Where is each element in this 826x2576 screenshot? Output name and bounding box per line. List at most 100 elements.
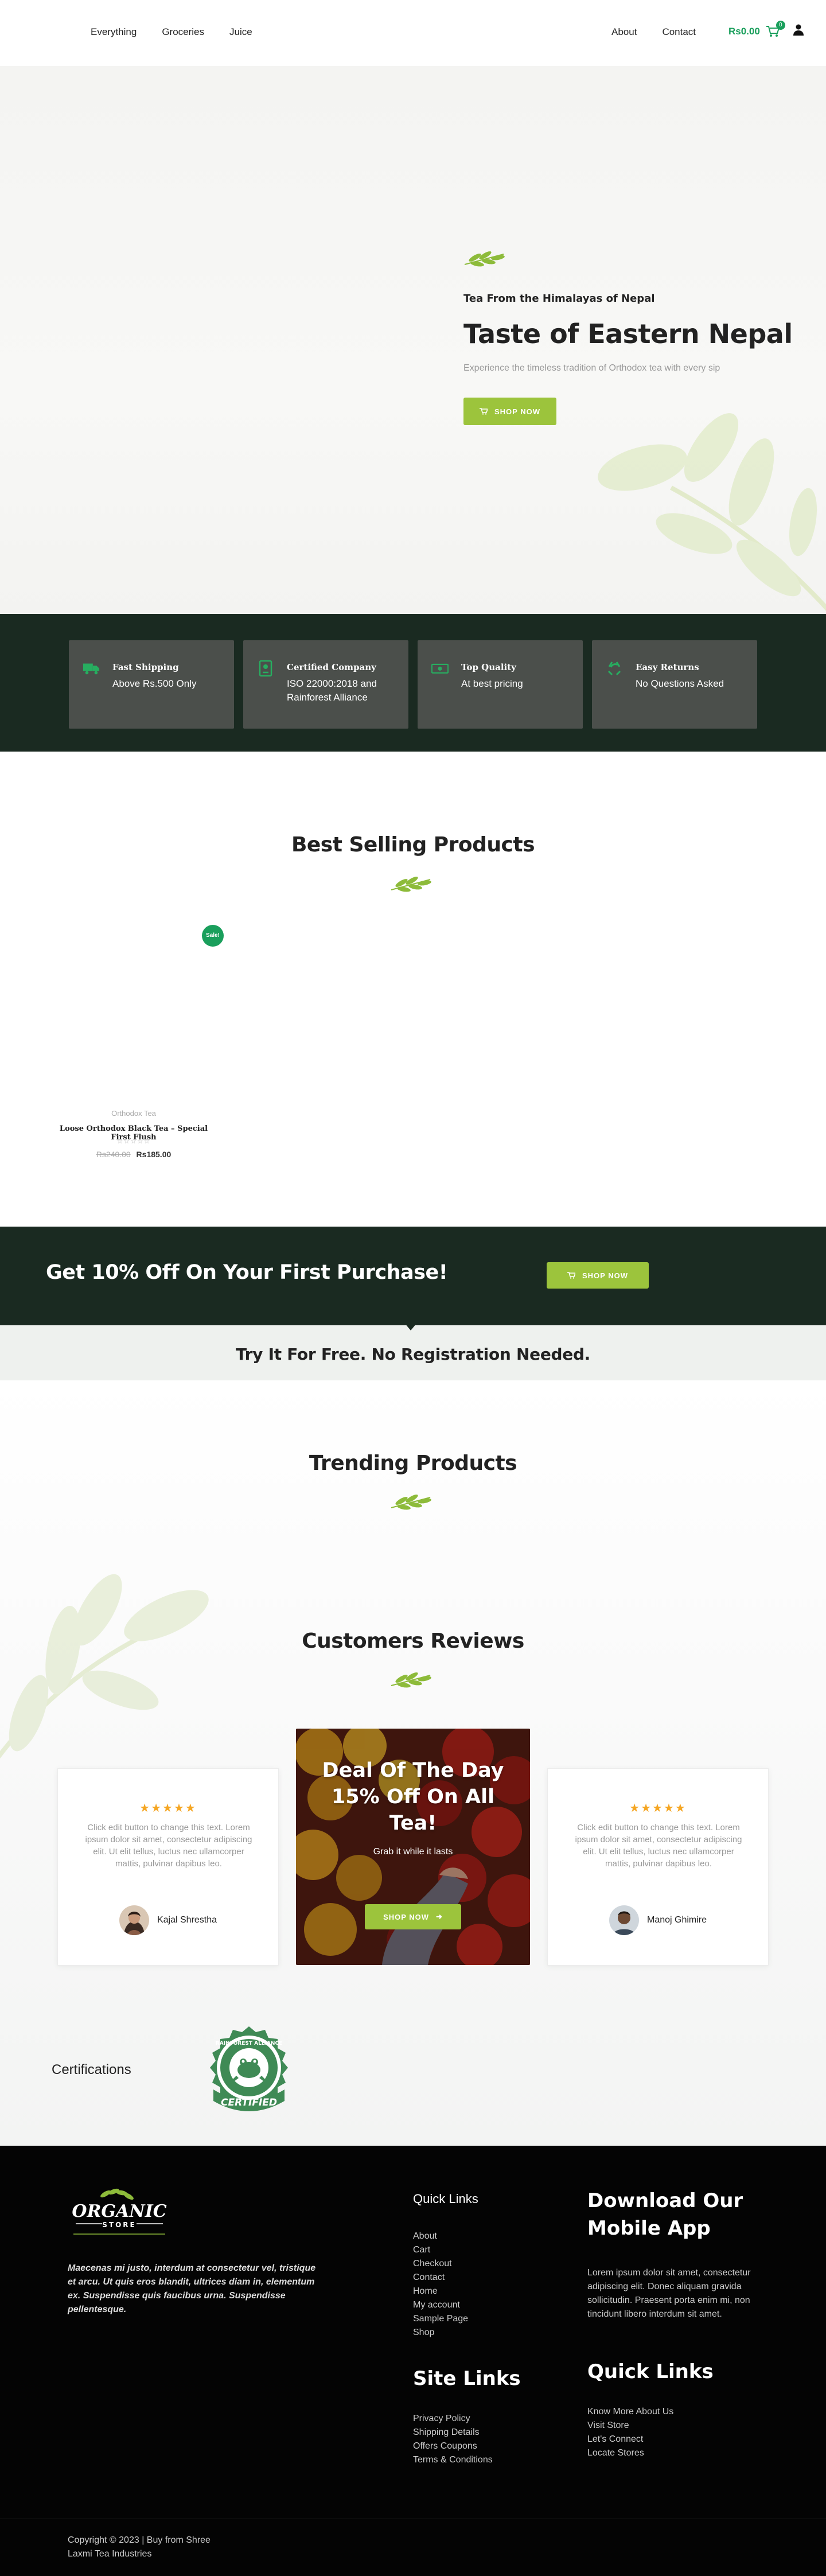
feature-text: ISO 22000:2018 and Rainforest Alliance xyxy=(287,678,377,703)
avatar xyxy=(609,1905,639,1935)
main-nav: Everything Groceries Juice xyxy=(91,26,252,38)
cart-icon xyxy=(567,1272,575,1279)
deal-title-line: Tea! xyxy=(389,1812,437,1835)
secondary-nav: About Contact xyxy=(611,26,696,38)
nav-everything[interactable]: Everything xyxy=(91,26,137,38)
review-author: Manoj Ghimire xyxy=(548,1905,768,1935)
deal-button-label: SHOP NOW xyxy=(383,1912,430,1921)
truck-icon xyxy=(83,663,100,675)
footer-link-shop[interactable]: Shop xyxy=(413,2326,468,2340)
promo-title: Get 10% Off On Your First Purchase! xyxy=(46,1261,448,1284)
deal-title-line: Deal Of The Day xyxy=(322,1759,504,1782)
review-card: ★★★★★ Click edit button to change this t… xyxy=(57,1768,279,1966)
footer-link-cart[interactable]: Cart xyxy=(413,2243,468,2257)
leaf-decoration-icon xyxy=(0,1574,209,1759)
review-card: ★★★★★ Click edit button to change this t… xyxy=(547,1768,769,1966)
site-footer: ORGANIC STORE Maecenas mi justo, interdu… xyxy=(0,2146,826,2576)
try-free-band: Try It For Free. No Registration Needed. xyxy=(0,1325,826,1380)
product-sale-price: Rs185.00 xyxy=(136,1150,172,1159)
footer-site-links-title: Site Links xyxy=(413,2367,521,2390)
app-title-line: Download Our xyxy=(587,2189,743,2212)
leaf-icon xyxy=(391,877,431,892)
footer-quick-links-2: Know More About Us Visit Store Let's Con… xyxy=(587,2405,673,2460)
feature-title: Fast Shipping xyxy=(112,662,179,672)
footer-description: Maecenas mi justo, interdum at consectet… xyxy=(68,2263,316,2314)
footer-link-privacy[interactable]: Privacy Policy xyxy=(413,2412,493,2426)
footer-link-contact[interactable]: Contact xyxy=(413,2271,468,2285)
footer-link-home[interactable]: Home xyxy=(413,2285,468,2298)
copyright-line: Copyright © 2023 | Buy from Shree xyxy=(68,2535,211,2545)
reviews-title: Customers Reviews xyxy=(302,1629,524,1653)
footer-link-sample-page[interactable]: Sample Page xyxy=(413,2312,468,2326)
features-band: Fast Shipping Above Rs.500 Only Certifie… xyxy=(0,614,826,752)
footer-link-terms[interactable]: Terms & Conditions xyxy=(413,2453,493,2467)
deal-subtitle: Grab it while it lasts xyxy=(373,1847,453,1857)
sale-badge: Sale! xyxy=(202,925,224,947)
nav-juice[interactable]: Juice xyxy=(229,26,252,38)
product-old-price: Rs240.00 xyxy=(96,1150,131,1159)
svg-text:RAINFOREST ALLIANCE: RAINFOREST ALLIANCE xyxy=(216,2041,282,2046)
copyright-line: Laxmi Tea Industries xyxy=(68,2549,152,2559)
feature-text: Above Rs.500 Only xyxy=(112,678,197,689)
leaf-icon xyxy=(391,1495,431,1510)
footer-link-locate[interactable]: Locate Stores xyxy=(587,2446,673,2460)
review-text: Click edit button to change this text. L… xyxy=(85,1823,252,1869)
review-author: Kajal Shrestha xyxy=(58,1905,278,1935)
cart-total[interactable]: Rs0.00 xyxy=(728,26,760,37)
product-price: Rs240.00 Rs185.00 xyxy=(57,1150,210,1159)
footer-quick-links: About Cart Checkout Contact Home My acco… xyxy=(413,2229,468,2340)
nav-groceries[interactable]: Groceries xyxy=(162,26,204,38)
recycle-icon xyxy=(607,661,621,676)
footer-link-connect[interactable]: Let's Connect xyxy=(587,2433,673,2446)
footer-link-offers[interactable]: Offers Coupons xyxy=(413,2439,493,2453)
footer-link-visit-store[interactable]: Visit Store xyxy=(587,2419,673,2433)
certificate-icon xyxy=(259,660,272,677)
author-name: Manoj Ghimire xyxy=(646,1915,707,1925)
feature-top-quality: Top Quality At best pricing xyxy=(418,640,583,729)
feature-text: No Questions Asked xyxy=(636,678,724,689)
cart-area: Rs0.00 0 xyxy=(728,20,804,38)
footer-link-checkout[interactable]: Checkout xyxy=(413,2257,468,2271)
avatar xyxy=(119,1905,149,1935)
footer-site-links: Privacy Policy Shipping Details Offers C… xyxy=(413,2412,493,2467)
footer-link-know-more[interactable]: Know More About Us xyxy=(587,2405,673,2419)
feature-title: Top Quality xyxy=(461,662,516,672)
feature-certified: Certified Company ISO 22000:2018 and Rai… xyxy=(243,640,408,729)
rainforest-alliance-seal-icon: CERTIFIED RAINFOREST ALLIANCE xyxy=(210,2026,288,2111)
footer-app-title: Download Our Mobile App xyxy=(587,2187,743,2242)
shop-now-button[interactable]: SHOP NOW xyxy=(463,398,556,425)
product-rating: ☆☆☆☆☆ xyxy=(116,1137,151,1145)
app-title-line: Mobile App xyxy=(587,2217,711,2240)
organic-store-logo[interactable]: ORGANIC STORE xyxy=(68,2187,171,2239)
leaf-icon xyxy=(391,1672,431,1688)
hero-title: Taste of Eastern Nepal xyxy=(463,318,793,349)
author-name: Kajal Shrestha xyxy=(157,1915,217,1925)
svg-text:ORGANIC: ORGANIC xyxy=(72,2201,166,2221)
nav-about[interactable]: About xyxy=(611,26,637,38)
certifications-label: Certifications xyxy=(52,2062,131,2077)
product-category[interactable]: Orthodox Tea xyxy=(57,1109,210,1118)
footer-link-shipping[interactable]: Shipping Details xyxy=(413,2426,493,2439)
promo-shop-now-button[interactable]: SHOP NOW xyxy=(547,1262,649,1289)
cart-count-badge: 0 xyxy=(776,20,785,30)
footer-link-about[interactable]: About xyxy=(413,2229,468,2243)
hero-description: Experience the timeless tradition of Ort… xyxy=(463,363,720,373)
promo-band: Get 10% Off On Your First Purchase! SHOP… xyxy=(0,1227,826,1325)
footer-link-my-account[interactable]: My account xyxy=(413,2298,468,2312)
money-icon xyxy=(431,663,449,674)
deal-title: Deal Of The Day 15% Off On All Tea! xyxy=(296,1757,530,1836)
deal-shop-now-button[interactable]: SHOP NOW ➜ xyxy=(365,1904,461,1929)
leaf-icon xyxy=(463,250,793,270)
user-icon[interactable] xyxy=(793,24,804,38)
review-stars: ★★★★★ xyxy=(629,1802,687,1815)
nav-contact[interactable]: Contact xyxy=(662,26,696,38)
cart-icon[interactable]: 0 xyxy=(766,20,785,38)
svg-text:STORE: STORE xyxy=(102,2221,136,2229)
feature-fast-shipping: Fast Shipping Above Rs.500 Only xyxy=(69,640,234,729)
site-header: Everything Groceries Juice About Contact… xyxy=(0,0,826,66)
best-selling-title: Best Selling Products xyxy=(291,833,535,857)
footer-quick-links2-title: Quick Links xyxy=(587,2360,714,2383)
leaf-decoration-icon xyxy=(598,413,826,611)
shop-now-label: SHOP NOW xyxy=(494,407,540,416)
svg-text:CERTIFIED: CERTIFIED xyxy=(221,2097,277,2108)
